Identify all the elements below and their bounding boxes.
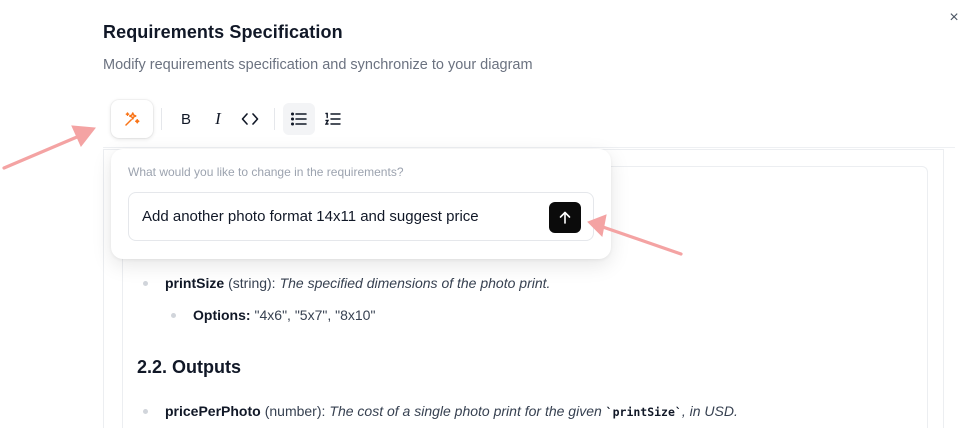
inline-code: `printSize` <box>605 405 682 419</box>
list-item-printsize: printSize (string): The specified dimens… <box>165 275 550 291</box>
options-values: "4x6", "5x7", "8x10" <box>254 307 376 323</box>
bold-icon: B <box>180 110 191 128</box>
bold-button[interactable]: B <box>170 103 202 135</box>
close-button[interactable]: × <box>946 10 962 26</box>
code-button[interactable] <box>234 103 266 135</box>
arrow-up-icon <box>559 211 571 224</box>
list-item-options: Options: "4x6", "5x7", "8x10" <box>193 307 375 323</box>
list-item-pricePerPhoto: pricePerPhoto (number): The cost of a si… <box>165 403 738 419</box>
toolbar-divider <box>274 108 275 130</box>
field-description: The specified dimensions of the photo pr… <box>279 275 551 291</box>
italic-button[interactable]: I <box>202 103 234 135</box>
dialog-title: Requirements Specification <box>103 22 343 42</box>
ai-prompt-value[interactable]: Add another photo format 14x11 and sugge… <box>142 208 479 225</box>
italic-icon: I <box>215 109 221 128</box>
ai-prompt-popover: What would you like to change in the req… <box>111 149 611 259</box>
field-description: The cost of a single photo print for the… <box>329 403 606 419</box>
annotation-arrowhead-left <box>71 125 96 147</box>
toolbar-divider <box>161 108 162 130</box>
editor-toolbar: B I <box>111 99 349 139</box>
ai-prompt-label: What would you like to change in the req… <box>128 165 404 179</box>
options-label: Options: <box>193 307 251 323</box>
ordered-list-button[interactable] <box>317 103 349 135</box>
send-button[interactable] <box>549 202 581 233</box>
ai-prompt-input[interactable]: Add another photo format 14x11 and sugge… <box>128 192 594 241</box>
list-bullet <box>143 409 148 414</box>
annotation-arrow-left <box>2 132 86 170</box>
dialog-subtitle: Modify requirements specification and sy… <box>103 57 533 73</box>
ordered-list-icon <box>325 112 341 125</box>
section-heading-outputs: 2.2. Outputs <box>137 357 242 377</box>
bullet-list-button[interactable] <box>283 103 315 135</box>
field-type: (string): <box>228 275 276 291</box>
field-description-end: , in USD. <box>681 403 738 419</box>
field-name: pricePerPhoto <box>165 403 261 419</box>
sparkle-magic-icon <box>125 112 140 126</box>
bullet-list-icon <box>291 112 307 126</box>
ai-edit-button[interactable] <box>111 100 153 138</box>
list-bullet <box>143 281 148 286</box>
code-icon <box>241 113 259 125</box>
field-name: printSize <box>165 275 225 291</box>
toolbar-divider-line <box>103 147 955 148</box>
field-type: (number): <box>264 403 326 419</box>
list-bullet <box>171 313 176 318</box>
